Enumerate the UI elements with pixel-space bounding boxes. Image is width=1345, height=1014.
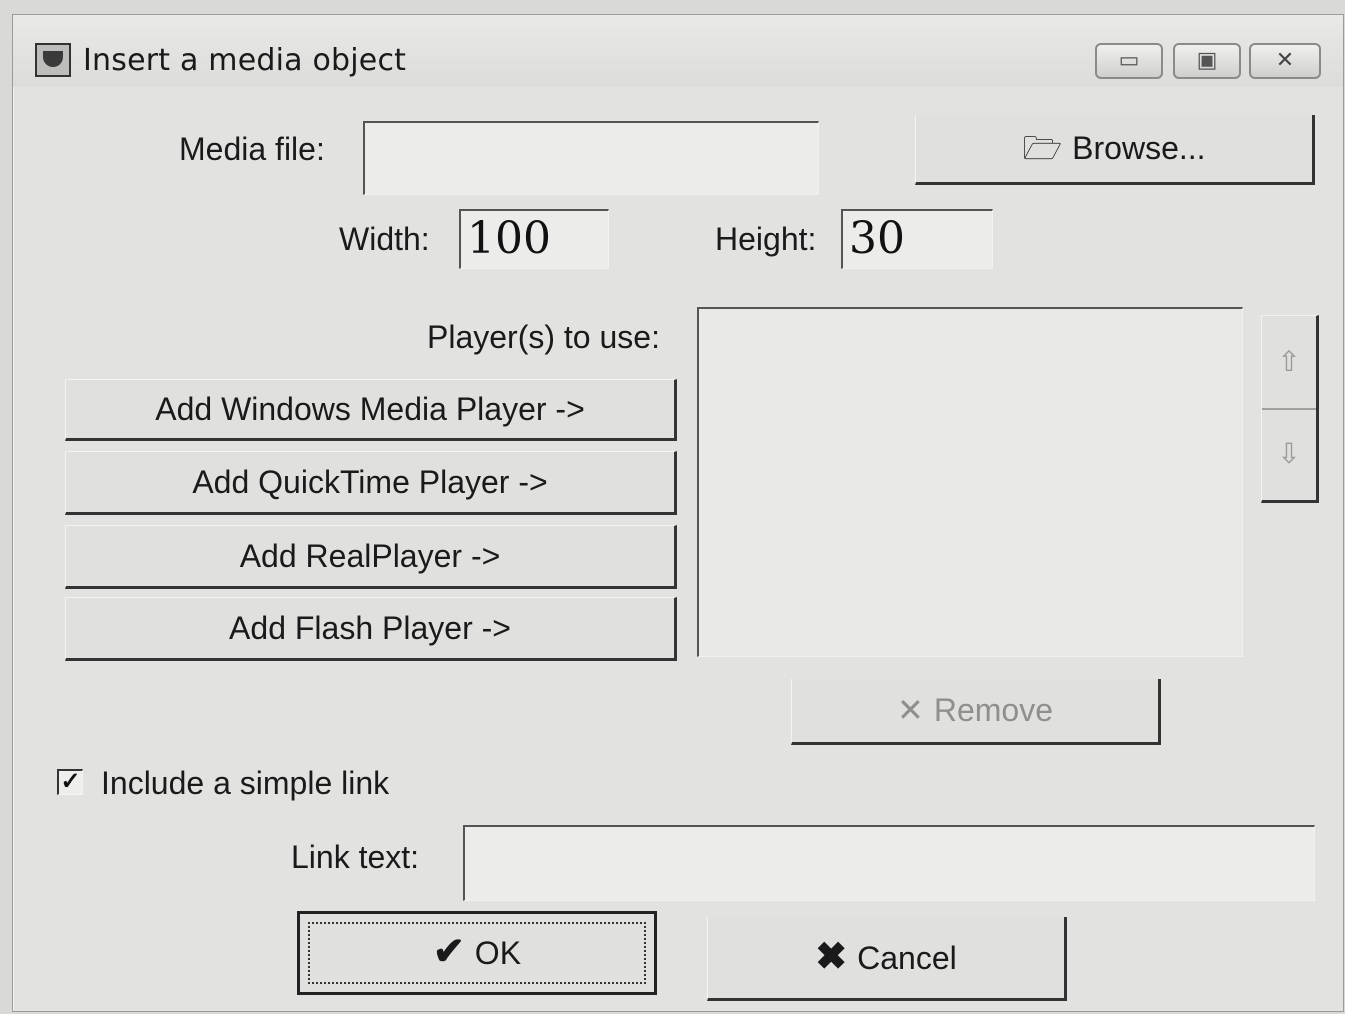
close-button[interactable]: ✕ bbox=[1249, 43, 1321, 79]
window-title: Insert a media object bbox=[83, 43, 407, 78]
players-label: Player(s) to use: bbox=[427, 319, 660, 355]
title-bar[interactable]: Insert a media object ▭ ▣ ✕ bbox=[13, 15, 1343, 87]
add-quicktime-player-button[interactable]: Add QuickTime Player -> bbox=[65, 451, 677, 515]
ok-button[interactable]: ✔ OK bbox=[297, 911, 657, 995]
media-file-input[interactable] bbox=[363, 121, 819, 195]
cancel-button[interactable]: ✖ Cancel bbox=[707, 917, 1067, 1001]
dialog-window: Insert a media object ▭ ▣ ✕ Media file: … bbox=[12, 14, 1344, 1012]
move-up-icon[interactable]: ⇧ bbox=[1262, 316, 1316, 410]
height-input[interactable]: 30 bbox=[841, 209, 993, 269]
players-list[interactable] bbox=[697, 307, 1243, 657]
add-realplayer-button[interactable]: Add RealPlayer -> bbox=[65, 525, 677, 589]
width-label: Width: bbox=[339, 221, 430, 257]
minimize-button[interactable]: ▭ bbox=[1095, 43, 1163, 79]
browse-button-label: Browse... bbox=[1072, 130, 1206, 166]
include-link-label[interactable]: Include a simple link bbox=[101, 765, 389, 802]
width-input[interactable]: 100 bbox=[459, 209, 609, 269]
move-down-icon[interactable]: ⇩ bbox=[1262, 408, 1316, 500]
include-link-checkbox[interactable]: ✓ bbox=[57, 769, 83, 795]
add-windows-media-player-button[interactable]: Add Windows Media Player -> bbox=[65, 379, 677, 441]
reorder-controls: ⇧ ⇩ bbox=[1261, 315, 1319, 503]
link-text-input[interactable] bbox=[463, 825, 1315, 901]
app-icon bbox=[35, 43, 71, 77]
add-flash-player-button[interactable]: Add Flash Player -> bbox=[65, 597, 677, 661]
link-text-label: Link text: bbox=[291, 839, 420, 875]
height-label: Height: bbox=[715, 221, 817, 257]
media-file-label: Media file: bbox=[179, 131, 325, 167]
remove-button-label: Remove bbox=[933, 692, 1053, 728]
folder-open-icon: 🗁 bbox=[1022, 130, 1063, 166]
cancel-x-icon: ✖ bbox=[815, 936, 848, 978]
cancel-button-label: Cancel bbox=[857, 940, 957, 976]
focus-ring bbox=[308, 922, 646, 984]
browse-button[interactable]: 🗁 Browse... bbox=[915, 115, 1315, 185]
remove-x-icon: ✕ bbox=[897, 692, 924, 728]
remove-button[interactable]: ✕ Remove bbox=[791, 679, 1161, 745]
maximize-button[interactable]: ▣ bbox=[1173, 43, 1241, 79]
